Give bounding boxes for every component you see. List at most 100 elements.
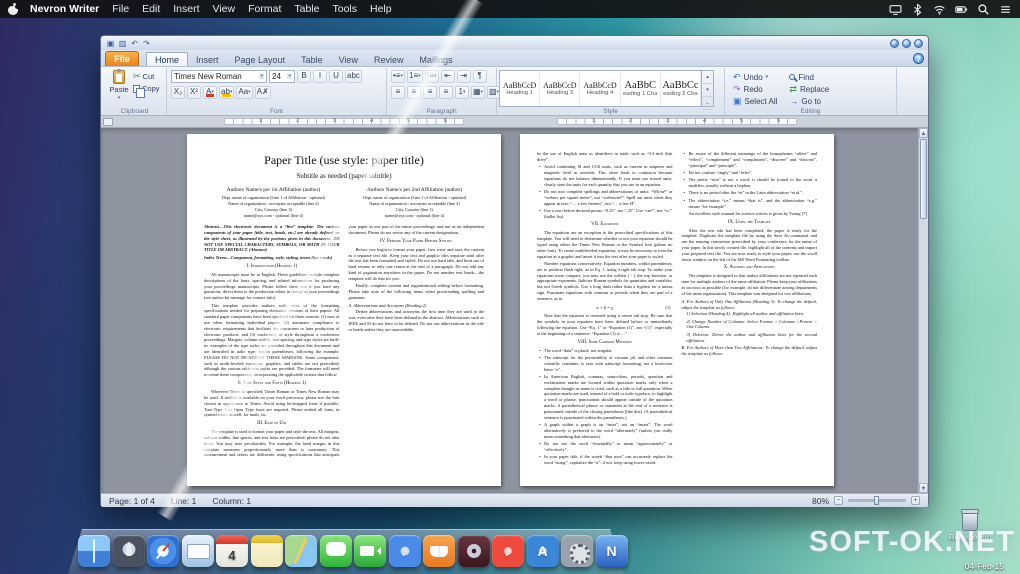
battery-icon[interactable]	[955, 3, 968, 16]
body-paragraph[interactable]: After the text edit has been completed, …	[682, 228, 818, 263]
section-heading[interactable]: III. Ease of Use	[204, 421, 340, 427]
notes-icon[interactable]	[250, 535, 283, 567]
body-paragraph[interactable]: The equations are an exception to the pr…	[537, 230, 673, 259]
section-heading[interactable]: VIII. Some Common Mistakes	[537, 340, 673, 346]
gallery-down-icon[interactable]: ▾	[702, 84, 713, 97]
tab-selector[interactable]	[103, 118, 113, 126]
file-button[interactable]: File	[105, 51, 139, 66]
ibooks-icon[interactable]	[423, 535, 455, 567]
multilevel-list-button[interactable]: ⁝≡ ▾	[424, 69, 439, 83]
ruler[interactable]: 1 2 3 4 5 6 1 2 3 4 5 6	[101, 116, 928, 128]
bold-button[interactable]: B	[297, 69, 311, 83]
display-icon[interactable]	[889, 3, 902, 16]
change-case-button[interactable]: Aa ▾	[236, 85, 253, 99]
body-paragraph[interactable]: Number equations consecutively. Equation…	[537, 261, 673, 302]
italic-button[interactable]: I	[313, 69, 327, 83]
quick-save-icon[interactable]: ▥	[118, 39, 127, 48]
body-paragraph[interactable]: Define abbreviations and acronyms the fi…	[349, 309, 485, 332]
menu-item-insert[interactable]: Insert	[173, 3, 199, 15]
bullet-item[interactable]: A graph within a graph is an “inset”, no…	[537, 422, 673, 439]
bullet-item[interactable]: Avoid combining SI and CGS units, such a…	[537, 164, 673, 187]
author-block[interactable]: Authors Name/s per 2nd Affiliation (auth…	[349, 187, 480, 219]
tab-page-layout[interactable]: Page Layout	[227, 53, 294, 66]
line-spacing-button[interactable]: 1 ▾	[455, 85, 469, 99]
zoom-out-button[interactable]: −	[834, 496, 843, 505]
quick-undo-icon[interactable]: ↶	[130, 39, 139, 48]
body-paragraph[interactable]: Finally, complete content and organizati…	[349, 283, 485, 300]
music-icon[interactable]: ♪	[492, 535, 524, 567]
highlight-button[interactable]: ab ▾	[219, 85, 235, 99]
copy-button[interactable]: Copy	[133, 83, 160, 98]
body-paragraph[interactable]: Note that the equation is centered using…	[537, 313, 673, 336]
tab-mailings[interactable]: Mailings	[411, 53, 460, 66]
font-size-select[interactable]: 24 ▾	[269, 69, 295, 83]
menu-item-table[interactable]: Table	[294, 3, 319, 15]
numbered-item[interactable]: 3) Deletion: Delete the author and affil…	[682, 332, 818, 344]
cut-button[interactable]: ✂ Cut	[133, 71, 160, 82]
align-left-button[interactable]: ≡	[391, 85, 405, 99]
menu-item-edit[interactable]: Edit	[142, 3, 160, 15]
title-bar[interactable]: ▣ ▥ ↶ ↷ – □ ×	[101, 36, 928, 50]
menu-item-file[interactable]: File	[112, 3, 129, 15]
menu-item-tools[interactable]: Tools	[332, 3, 357, 15]
subsection-heading[interactable]: A. For Authors of Only One Affiliation (…	[682, 299, 818, 311]
equation[interactable]: α + β = χ (1)	[537, 305, 673, 311]
numbered-item[interactable]: 2) Change Number of Columns: Select Form…	[682, 319, 818, 331]
scroll-up-icon[interactable]: ▲	[919, 128, 928, 138]
subscript-button[interactable]: X₂	[171, 85, 185, 99]
section-heading[interactable]: VII. Equations	[537, 222, 673, 228]
numbering-button[interactable]: 1≡ ▾	[407, 69, 423, 83]
menu-app-name[interactable]: Nevron Writer	[30, 3, 99, 15]
undo-button[interactable]: ↶ Undo ▾	[733, 71, 777, 83]
notification-icon[interactable]	[999, 3, 1012, 16]
decrease-indent-button[interactable]: ⇤	[440, 69, 455, 83]
body-paragraph[interactable]: Wherever Times is specified, Times Roman…	[204, 389, 340, 418]
menu-item-help[interactable]: Help	[370, 3, 392, 15]
font-color-button[interactable]: A ▾	[203, 85, 217, 99]
tab-view[interactable]: View	[331, 53, 366, 66]
tab-home[interactable]: Home	[146, 52, 189, 66]
app-store-icon[interactable]: A	[526, 535, 559, 567]
underline-button[interactable]: U	[329, 69, 343, 83]
align-right-button[interactable]: ≡	[423, 85, 437, 99]
zoom-in-button[interactable]: +	[911, 496, 920, 505]
mail-icon[interactable]	[181, 535, 214, 567]
nevron-writer-icon[interactable]: N	[595, 535, 628, 567]
quick-redo-icon[interactable]: ↷	[142, 39, 151, 48]
zoom-slider[interactable]	[848, 496, 906, 505]
zoom-slider-thumb[interactable]	[874, 496, 880, 505]
spotlight-icon[interactable]	[977, 3, 990, 16]
tab-review[interactable]: Review	[366, 53, 412, 66]
vertical-scrollbar[interactable]: ▲ ▼	[918, 128, 928, 493]
paper-subtitle[interactable]: Subtitle as needed (paper subtitle)	[204, 172, 484, 180]
bullet-item[interactable]: Use a zero before decimal points: “0.25”…	[537, 208, 673, 220]
scroll-down-icon[interactable]: ▼	[919, 483, 928, 493]
itunes-icon[interactable]: ♪	[388, 535, 421, 567]
bullet-item[interactable]: Do not use the word “essentially” to mea…	[537, 441, 673, 453]
style-heading-1[interactable]: AaBbCcD Heading 1	[500, 71, 541, 106]
bullet-item[interactable]: The prefix “non” is not a word; it shoul…	[682, 177, 817, 189]
close-button[interactable]: ×	[914, 38, 923, 48]
chevron-down-icon[interactable]: ▾	[259, 73, 264, 79]
menu-item-format[interactable]: Format	[248, 3, 281, 15]
finder-icon[interactable]	[78, 535, 110, 567]
author-block[interactable]: Authors Name/s per 1st Affiliation (auth…	[208, 187, 339, 219]
index-terms[interactable]: Index Terms—Component, formatting, style…	[204, 255, 340, 261]
scrollbar-thumb[interactable]	[920, 139, 927, 219]
chevron-down-icon[interactable]: ▾	[287, 73, 292, 79]
minimize-button[interactable]: –	[890, 38, 899, 48]
abstract-paragraph[interactable]: Abstract—This electronic document is a “…	[204, 224, 340, 253]
borders-button[interactable]: ▦ ▾	[471, 85, 485, 99]
style-heading-3[interactable]: AaBbCcD Heading 3	[540, 71, 581, 106]
paper-title[interactable]: Paper Title (use style: paper title)	[204, 153, 484, 168]
body-paragraph[interactable]: Before you begin to format your paper, f…	[349, 247, 485, 282]
body-paragraph[interactable]: This template provides authors with most…	[204, 303, 340, 379]
section-heading[interactable]: I. Introduction (Heading 1)	[204, 264, 340, 270]
facetime-icon[interactable]	[354, 535, 386, 567]
dvd-player-icon[interactable]	[457, 535, 490, 567]
body-paragraph[interactable]: be the use of English units as identifie…	[537, 151, 673, 163]
replace-button[interactable]: ⇄ Replace	[789, 83, 829, 95]
select-all-button[interactable]: ▣ Select All	[733, 95, 777, 107]
body-paragraph[interactable]: An excellent style manual for science wr…	[682, 211, 818, 217]
align-center-button[interactable]: ≡	[407, 85, 421, 99]
